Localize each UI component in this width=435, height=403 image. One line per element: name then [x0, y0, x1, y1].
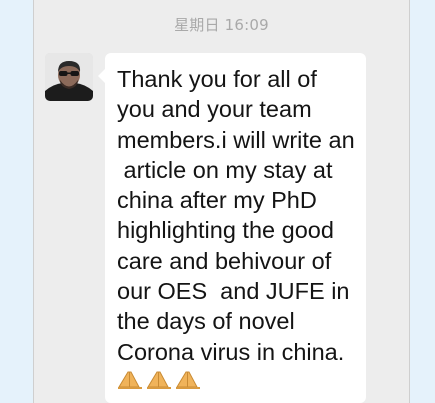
emoji-row	[117, 366, 202, 390]
avatar-photo	[45, 53, 93, 101]
folded-hands-emoji	[118, 371, 142, 389]
bubble-tail	[98, 69, 105, 83]
message-bubble[interactable]: Thank you for all of you and your team m…	[98, 53, 366, 403]
sender-avatar[interactable]	[45, 53, 93, 101]
message-timestamp: 星期日 16:09	[174, 16, 269, 34]
chat-window: 星期日 16:09 Thank you for all of you and y…	[33, 0, 410, 403]
folded-hands-emoji	[147, 371, 171, 389]
message-text: Thank you for all of you and your team m…	[117, 66, 355, 365]
folded-hands-emoji	[176, 371, 200, 389]
